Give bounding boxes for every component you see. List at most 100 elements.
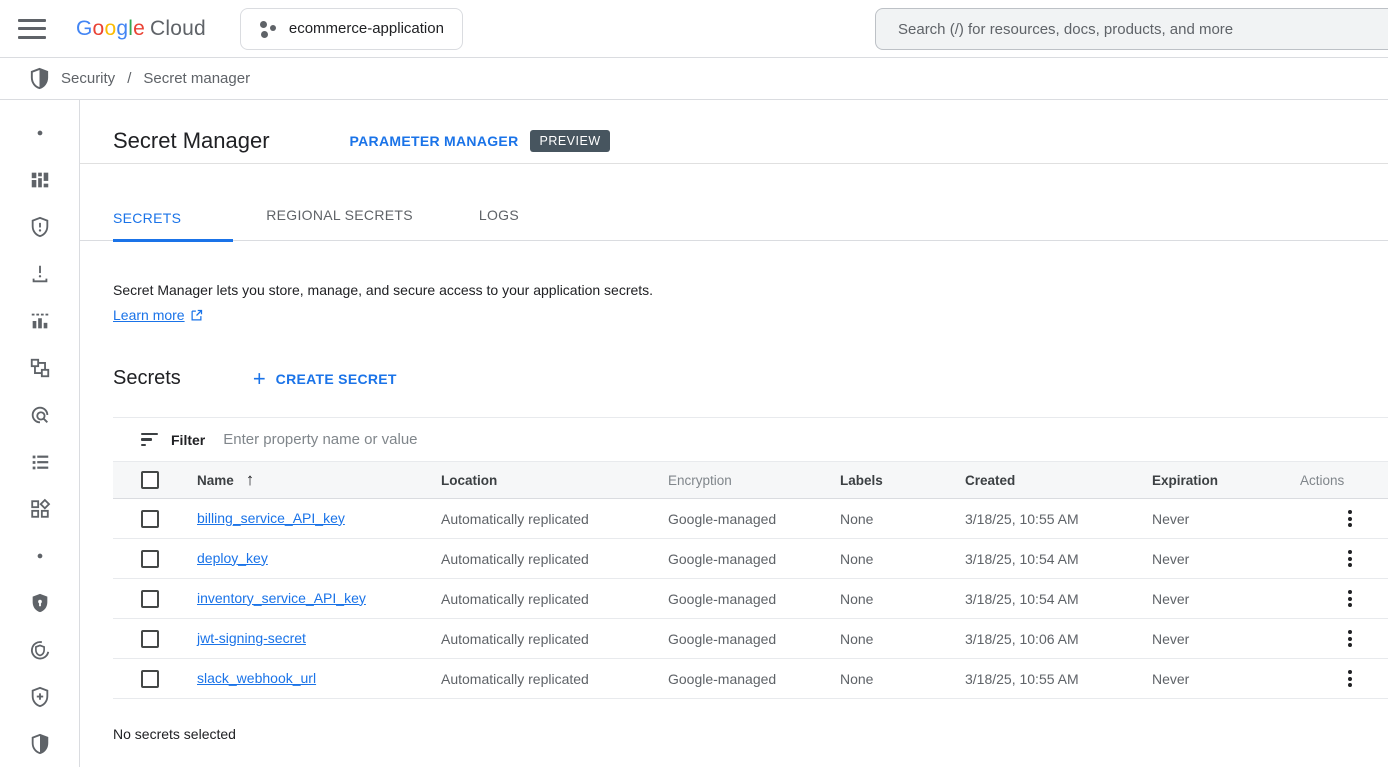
created-cell: 3/18/25, 10:06 AM	[965, 631, 1152, 647]
tab-bar: SECRETS REGIONAL SECRETS LOGS	[80, 164, 1388, 241]
breadcrumb-page: Secret manager	[143, 70, 250, 87]
column-header-name[interactable]: Name ↑	[197, 470, 441, 490]
expiration-cell: Never	[1152, 671, 1300, 687]
row-actions-kebab-icon[interactable]	[1312, 626, 1388, 651]
sort-ascending-icon: ↑	[246, 470, 255, 490]
logo-letter: g	[116, 17, 128, 41]
labels-cell: None	[840, 631, 965, 647]
table-row: jwt-signing-secret Automatically replica…	[113, 619, 1388, 659]
nav-dot-icon[interactable]	[16, 532, 64, 579]
location-cell: Automatically replicated	[441, 671, 668, 687]
filter-input[interactable]	[218, 431, 1388, 448]
assets-icon[interactable]	[16, 344, 64, 391]
logo-letter: o	[104, 17, 116, 41]
secrets-section-title: Secrets	[113, 367, 181, 390]
shield-plus-icon[interactable]	[16, 673, 64, 720]
location-cell: Automatically replicated	[441, 511, 668, 527]
labels-cell: None	[840, 671, 965, 687]
create-secret-label: CREATE SECRET	[276, 371, 397, 387]
table-header-row: Name ↑ Location Encryption Labels Create…	[113, 461, 1388, 499]
expiration-cell: Never	[1152, 551, 1300, 567]
column-header-encryption: Encryption	[668, 473, 840, 488]
created-cell: 3/18/25, 10:54 AM	[965, 591, 1152, 607]
chart-icon[interactable]	[16, 297, 64, 344]
menu-icon[interactable]	[18, 19, 46, 39]
project-selector-button[interactable]: ecommerce-application	[240, 8, 463, 50]
nav-dot-icon[interactable]	[16, 109, 64, 156]
table-row: inventory_service_API_key Automatically …	[113, 579, 1388, 619]
column-header-labels: Labels	[840, 473, 965, 488]
page-title: Secret Manager	[113, 128, 270, 154]
tab-secrets[interactable]: SECRETS	[113, 210, 233, 241]
row-actions-kebab-icon[interactable]	[1312, 506, 1388, 531]
learn-more-link[interactable]: Learn more	[113, 307, 185, 323]
external-link-icon	[189, 308, 204, 323]
side-navigation	[0, 100, 80, 767]
table-row: slack_webhook_url Automatically replicat…	[113, 659, 1388, 699]
secret-name-link[interactable]: deploy_key	[197, 550, 268, 566]
secret-name-link[interactable]: slack_webhook_url	[197, 670, 316, 686]
row-checkbox[interactable]	[141, 550, 159, 568]
encryption-cell: Google-managed	[668, 591, 840, 607]
expiration-cell: Never	[1152, 631, 1300, 647]
selection-status-text: No secrets selected	[113, 726, 1388, 742]
row-checkbox[interactable]	[141, 510, 159, 528]
column-header-actions: Actions	[1300, 473, 1388, 488]
labels-cell: None	[840, 591, 965, 607]
logo-letter: o	[93, 17, 105, 41]
parameter-manager-link[interactable]: PARAMETER MANAGER	[350, 133, 519, 149]
row-actions-kebab-icon[interactable]	[1312, 666, 1388, 691]
tab-logs[interactable]: LOGS	[446, 207, 552, 241]
security-shield-icon	[28, 67, 51, 90]
page-header: Secret Manager PARAMETER MANAGER PREVIEW	[80, 100, 1388, 163]
posture-grid-icon[interactable]	[16, 485, 64, 532]
breadcrumb-section[interactable]: Security	[61, 70, 115, 87]
location-cell: Automatically replicated	[441, 591, 668, 607]
priority-icon[interactable]	[16, 250, 64, 297]
logo-cloud-text: Cloud	[150, 17, 206, 41]
search-input[interactable]: Search (/) for resources, docs, products…	[875, 8, 1388, 50]
secrets-table: Filter Name ↑ Location Encryption Labels…	[113, 417, 1388, 742]
table-row: deploy_key Automatically replicated Goog…	[113, 539, 1388, 579]
encryption-cell: Google-managed	[668, 631, 840, 647]
create-secret-button[interactable]: + CREATE SECRET	[253, 368, 397, 390]
scan-search-icon[interactable]	[16, 391, 64, 438]
column-header-location: Location	[441, 473, 668, 488]
created-cell: 3/18/25, 10:55 AM	[965, 511, 1152, 527]
row-checkbox[interactable]	[141, 630, 159, 648]
row-actions-kebab-icon[interactable]	[1312, 586, 1388, 611]
labels-cell: None	[840, 511, 965, 527]
created-cell: 3/18/25, 10:55 AM	[965, 671, 1152, 687]
breadcrumb: Security / Secret manager	[0, 58, 1388, 100]
row-actions-kebab-icon[interactable]	[1312, 546, 1388, 571]
name-header-label: Name	[197, 473, 234, 488]
expiration-cell: Never	[1152, 511, 1300, 527]
half-shield-icon[interactable]	[16, 720, 64, 767]
secret-name-link[interactable]: billing_service_API_key	[197, 510, 345, 526]
filter-bar: Filter	[113, 417, 1388, 461]
encryption-cell: Google-managed	[668, 671, 840, 687]
project-name: ecommerce-application	[289, 20, 444, 37]
tab-regional-secrets[interactable]: REGIONAL SECRETS	[233, 207, 446, 241]
expiration-cell: Never	[1152, 591, 1300, 607]
encryption-cell: Google-managed	[668, 511, 840, 527]
search-placeholder: Search (/) for resources, docs, products…	[898, 21, 1233, 38]
logo-letter: G	[76, 17, 93, 41]
encryption-cell: Google-managed	[668, 551, 840, 567]
row-checkbox[interactable]	[141, 590, 159, 608]
plus-icon: +	[253, 368, 266, 390]
shield-lock-icon[interactable]	[16, 579, 64, 626]
compliance-icon[interactable]	[16, 626, 64, 673]
labels-cell: None	[840, 551, 965, 567]
overview-blocks-icon[interactable]	[16, 156, 64, 203]
created-cell: 3/18/25, 10:54 AM	[965, 551, 1152, 567]
findings-list-icon[interactable]	[16, 438, 64, 485]
row-checkbox[interactable]	[141, 670, 159, 688]
google-cloud-logo: Google Cloud	[76, 17, 206, 41]
preview-badge: PREVIEW	[530, 130, 609, 152]
select-all-checkbox[interactable]	[141, 471, 159, 489]
location-cell: Automatically replicated	[441, 551, 668, 567]
secret-name-link[interactable]: inventory_service_API_key	[197, 590, 366, 606]
shield-alert-icon[interactable]	[16, 203, 64, 250]
secret-name-link[interactable]: jwt-signing-secret	[197, 630, 306, 646]
